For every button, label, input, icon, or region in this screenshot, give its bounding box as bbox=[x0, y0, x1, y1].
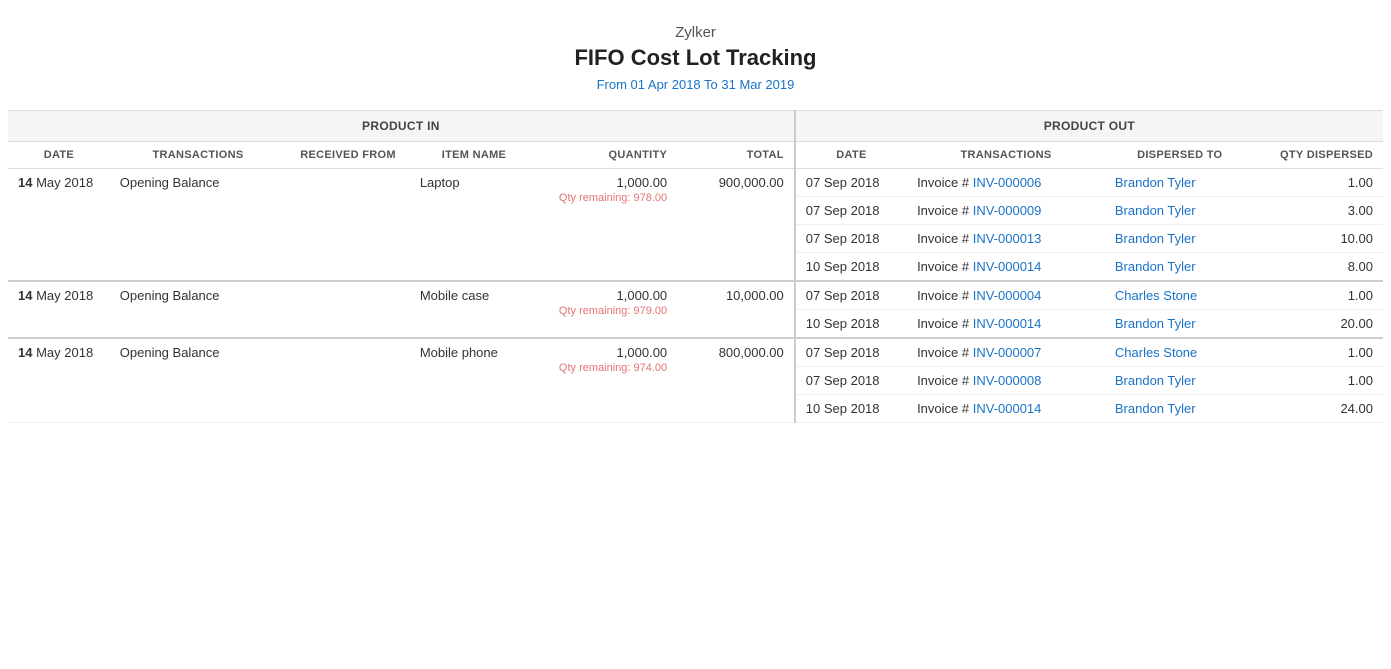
in-item-name: Mobile case bbox=[410, 281, 538, 338]
out-transaction: Invoice # INV-000007 bbox=[907, 338, 1105, 367]
col-header-qty-dispersed: QTY DISPERSED bbox=[1255, 142, 1383, 169]
in-received-from bbox=[286, 338, 410, 423]
dispersed-to: Brandon Tyler bbox=[1105, 253, 1255, 282]
dispersed-to: Brandon Tyler bbox=[1105, 225, 1255, 253]
dispersed-to: Brandon Tyler bbox=[1105, 310, 1255, 339]
qty-dispersed: 20.00 bbox=[1255, 310, 1383, 339]
transaction-link[interactable]: INV-000014 bbox=[973, 259, 1042, 274]
col-header-dispersed-to: DISPERSED TO bbox=[1105, 142, 1255, 169]
table-row: 14 May 2018Opening BalanceLaptop1,000.00… bbox=[8, 169, 1383, 197]
col-header-quantity: QUANTITY bbox=[538, 142, 677, 169]
qty-dispersed: 24.00 bbox=[1255, 395, 1383, 423]
table-row: 14 May 2018Opening BalanceMobile case1,0… bbox=[8, 281, 1383, 310]
in-item-name: Mobile phone bbox=[410, 338, 538, 423]
transaction-link[interactable]: INV-000004 bbox=[973, 288, 1042, 303]
out-transaction: Invoice # INV-000004 bbox=[907, 281, 1105, 310]
col-header-received-from: RECEIVED FROM bbox=[286, 142, 410, 169]
section-header-row: PRODUCT IN PRODUCT OUT bbox=[8, 111, 1383, 142]
col-header-total: TOTAL bbox=[677, 142, 795, 169]
dispersed-to-link[interactable]: Brandon Tyler bbox=[1115, 231, 1196, 246]
col-header-out-transactions: TRANSACTIONS bbox=[907, 142, 1105, 169]
transaction-link[interactable]: INV-000008 bbox=[973, 373, 1042, 388]
out-date: 10 Sep 2018 bbox=[795, 253, 907, 282]
in-received-from bbox=[286, 169, 410, 282]
out-date: 10 Sep 2018 bbox=[795, 310, 907, 339]
table-row: 14 May 2018Opening BalanceMobile phone1,… bbox=[8, 338, 1383, 367]
in-quantity: 1,000.00Qty remaining: 979.00 bbox=[538, 281, 677, 338]
out-transaction: Invoice # INV-000006 bbox=[907, 169, 1105, 197]
out-transaction: Invoice # INV-000014 bbox=[907, 310, 1105, 339]
qty-dispersed: 3.00 bbox=[1255, 197, 1383, 225]
out-date: 07 Sep 2018 bbox=[795, 281, 907, 310]
dispersed-to-link[interactable]: Charles Stone bbox=[1115, 288, 1197, 303]
fifo-table: PRODUCT IN PRODUCT OUT DATE TRANSACTIONS… bbox=[8, 110, 1383, 423]
out-date: 10 Sep 2018 bbox=[795, 395, 907, 423]
date-range: From 01 Apr 2018 To 31 Mar 2019 bbox=[0, 77, 1391, 92]
dispersed-to: Charles Stone bbox=[1105, 338, 1255, 367]
in-transaction: Opening Balance bbox=[110, 338, 286, 423]
dispersed-to-link[interactable]: Charles Stone bbox=[1115, 345, 1197, 360]
qty-dispersed: 1.00 bbox=[1255, 367, 1383, 395]
dispersed-to-link[interactable]: Brandon Tyler bbox=[1115, 259, 1196, 274]
dispersed-to-link[interactable]: Brandon Tyler bbox=[1115, 203, 1196, 218]
dispersed-to: Brandon Tyler bbox=[1105, 395, 1255, 423]
product-out-header: PRODUCT OUT bbox=[795, 111, 1383, 142]
dispersed-to: Brandon Tyler bbox=[1105, 169, 1255, 197]
column-header-row: DATE TRANSACTIONS RECEIVED FROM ITEM NAM… bbox=[8, 142, 1383, 169]
dispersed-to-link[interactable]: Brandon Tyler bbox=[1115, 373, 1196, 388]
in-item-name: Laptop bbox=[410, 169, 538, 282]
dispersed-to: Brandon Tyler bbox=[1105, 197, 1255, 225]
qty-dispersed: 1.00 bbox=[1255, 338, 1383, 367]
dispersed-to-link[interactable]: Brandon Tyler bbox=[1115, 316, 1196, 331]
qty-dispersed: 10.00 bbox=[1255, 225, 1383, 253]
in-quantity: 1,000.00Qty remaining: 978.00 bbox=[538, 169, 677, 282]
table-container: PRODUCT IN PRODUCT OUT DATE TRANSACTIONS… bbox=[0, 110, 1391, 423]
qty-dispersed: 8.00 bbox=[1255, 253, 1383, 282]
transaction-link[interactable]: INV-000014 bbox=[973, 401, 1042, 416]
in-date: 14 May 2018 bbox=[8, 281, 110, 338]
qty-dispersed: 1.00 bbox=[1255, 281, 1383, 310]
report-title: FIFO Cost Lot Tracking bbox=[0, 45, 1391, 71]
dispersed-to-link[interactable]: Brandon Tyler bbox=[1115, 401, 1196, 416]
col-header-out-date: DATE bbox=[795, 142, 907, 169]
out-date: 07 Sep 2018 bbox=[795, 169, 907, 197]
transaction-link[interactable]: INV-000006 bbox=[973, 175, 1042, 190]
qty-dispersed: 1.00 bbox=[1255, 169, 1383, 197]
in-received-from bbox=[286, 281, 410, 338]
in-total: 800,000.00 bbox=[677, 338, 795, 423]
transaction-link[interactable]: INV-000014 bbox=[973, 316, 1042, 331]
out-transaction: Invoice # INV-000014 bbox=[907, 253, 1105, 282]
company-name: Zylker bbox=[0, 24, 1391, 41]
col-header-date: DATE bbox=[8, 142, 110, 169]
col-header-item-name: ITEM NAME bbox=[410, 142, 538, 169]
out-transaction: Invoice # INV-000014 bbox=[907, 395, 1105, 423]
out-date: 07 Sep 2018 bbox=[795, 197, 907, 225]
in-total: 900,000.00 bbox=[677, 169, 795, 282]
in-transaction: Opening Balance bbox=[110, 169, 286, 282]
table-body: 14 May 2018Opening Balance Laptop1,000.00… bbox=[8, 169, 1383, 423]
in-date: 14 May 2018 bbox=[8, 338, 110, 423]
out-date: 07 Sep 2018 bbox=[795, 338, 907, 367]
in-transaction: Opening Balance bbox=[110, 281, 286, 338]
in-total: 10,000.00 bbox=[677, 281, 795, 338]
transaction-link[interactable]: INV-000009 bbox=[973, 203, 1042, 218]
transaction-link[interactable]: INV-000007 bbox=[973, 345, 1042, 360]
out-transaction: Invoice # INV-000008 bbox=[907, 367, 1105, 395]
in-quantity: 1,000.00Qty remaining: 974.00 bbox=[538, 338, 677, 423]
out-transaction: Invoice # INV-000013 bbox=[907, 225, 1105, 253]
dispersed-to: Brandon Tyler bbox=[1105, 367, 1255, 395]
in-date: 14 May 2018 bbox=[8, 169, 110, 282]
dispersed-to-link[interactable]: Brandon Tyler bbox=[1115, 175, 1196, 190]
dispersed-to: Charles Stone bbox=[1105, 281, 1255, 310]
product-in-header: PRODUCT IN bbox=[8, 111, 795, 142]
out-date: 07 Sep 2018 bbox=[795, 225, 907, 253]
out-transaction: Invoice # INV-000009 bbox=[907, 197, 1105, 225]
out-date: 07 Sep 2018 bbox=[795, 367, 907, 395]
transaction-link[interactable]: INV-000013 bbox=[973, 231, 1042, 246]
col-header-transactions: TRANSACTIONS bbox=[110, 142, 286, 169]
